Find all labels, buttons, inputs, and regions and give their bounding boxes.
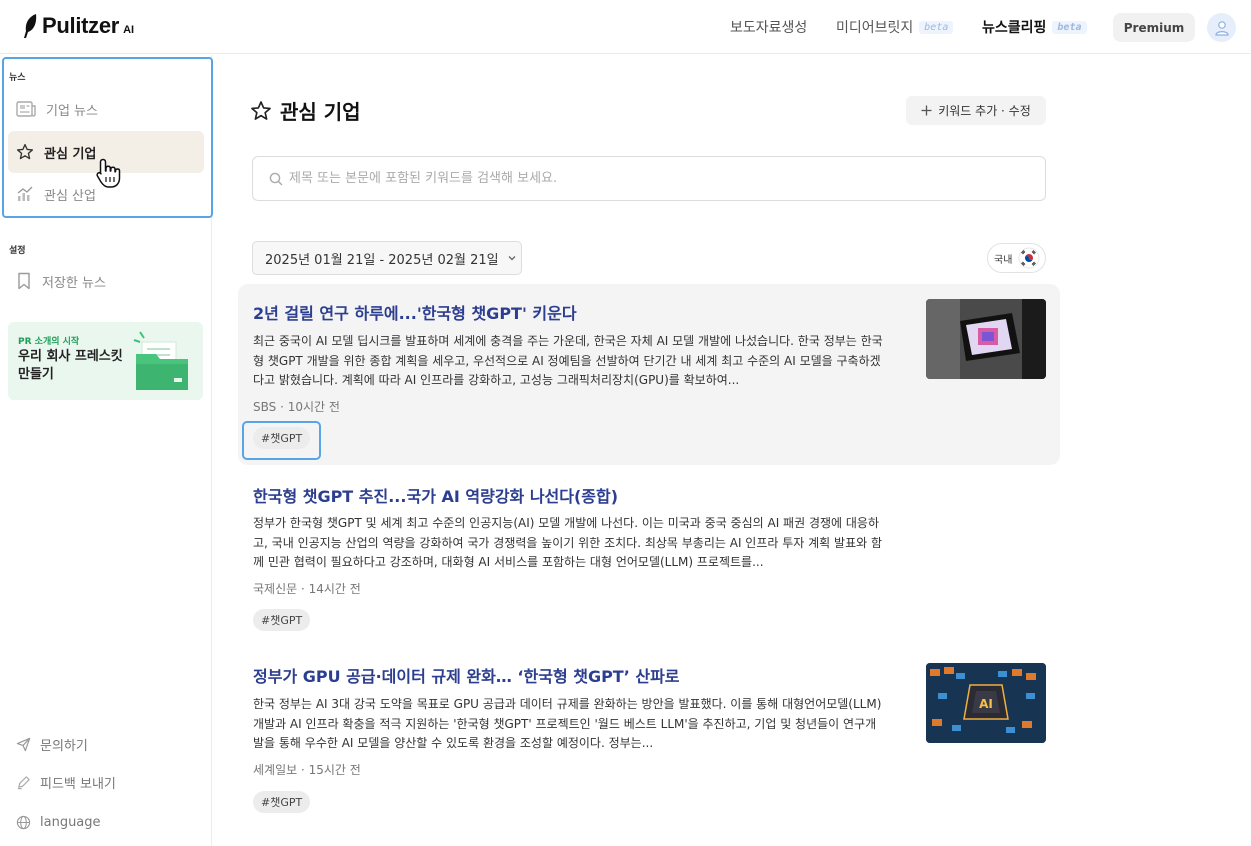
- folder-icon: [133, 331, 188, 390]
- sidebar-item-language[interactable]: language: [16, 815, 101, 830]
- globe-icon: [16, 815, 31, 830]
- pen-icon: [17, 776, 30, 790]
- keyword-edit-label: 키워드 추가 · 수정: [938, 104, 1031, 118]
- sidebar-item-label: 피드백 보내기: [40, 777, 116, 792]
- news-article[interactable]: 한국형 챗GPT 추진...국가 AI 역량강화 나선다(종합) 정부가 한국형…: [238, 467, 1060, 637]
- sidebar-item-saved-news[interactable]: 저장한 뉴스: [8, 260, 204, 302]
- article-meta: SBS · 10시간 전: [253, 400, 340, 414]
- article-thumbnail[interactable]: [926, 299, 1046, 379]
- article-title[interactable]: 2년 걸릴 연구 하루에...'한국형 챗GPT' 키운다: [253, 300, 577, 324]
- date-range-text: 2025년 01월 21일 - 2025년 02월 21일: [265, 252, 499, 268]
- logo-text: Pulitzer: [42, 13, 120, 38]
- top-bar: Pulitzer AI 보도자료생성 미디어브릿지 beta 뉴스클리핑 bet…: [0, 0, 1251, 54]
- article-meta: 세계일보 · 15시간 전: [253, 763, 361, 777]
- news-article[interactable]: 2년 걸릴 연구 하루에...'한국형 챗GPT' 키운다 최근 중국이 AI …: [238, 284, 1060, 465]
- article-title[interactable]: 한국형 챗GPT 추진...국가 AI 역량강화 나선다(종합): [253, 483, 618, 507]
- article-tag[interactable]: #챗GPT: [253, 791, 311, 813]
- ai-chip-image: AI: [926, 663, 1046, 743]
- page-title-text: 관심 기업: [280, 100, 361, 124]
- promo-subtitle: PR 소개의 시작: [18, 337, 80, 347]
- news-article[interactable]: 정부가 GPU 공급·데이터 규제 완화… ‘한국형 챗GPT’ 산파로 한국 …: [238, 648, 1060, 828]
- logo-suffix: AI: [123, 24, 135, 36]
- tag-selection-highlight: [242, 421, 321, 460]
- nav-press-release[interactable]: 보도자료생성: [730, 17, 807, 37]
- section-label-settings: 설정: [9, 246, 26, 256]
- logo[interactable]: Pulitzer AI: [22, 13, 134, 39]
- sidebar-item-label: 저장한 뉴스: [42, 275, 106, 291]
- region-toggle[interactable]: 국내: [987, 243, 1046, 273]
- article-summary: 한국 정부는 AI 3대 강국 도약을 목표로 GPU 공급과 데이터 규제를 …: [253, 697, 882, 750]
- bookmark-icon: [18, 272, 30, 290]
- nav-media-bridge[interactable]: 미디어브릿지 beta: [836, 17, 954, 37]
- region-label: 국내: [994, 254, 1013, 266]
- avatar[interactable]: [1207, 13, 1236, 42]
- plus-icon: [921, 105, 932, 116]
- nav-press-label: 보도자료생성: [730, 20, 808, 36]
- nav-news-clipping[interactable]: 뉴스클리핑 beta: [982, 17, 1087, 37]
- presskit-promo-banner[interactable]: PR 소개의 시작 우리 회사 프레스킷 만들기: [8, 322, 203, 400]
- korea-flag-icon: [1018, 247, 1040, 269]
- sidebar-item-contact[interactable]: 문의하기: [16, 735, 88, 754]
- sidebar-item-label: 문의하기: [40, 739, 88, 754]
- article-meta: 국제신문 · 14시간 전: [253, 582, 361, 596]
- selection-highlight: [2, 57, 213, 218]
- page-title: 관심 기업: [250, 96, 361, 125]
- article-tag[interactable]: #챗GPT: [253, 609, 311, 631]
- star-icon: [251, 100, 271, 120]
- phone-screen-image: [926, 299, 1046, 379]
- nav-clip-label: 뉴스클리핑: [982, 20, 1047, 36]
- search-bar: [252, 156, 1046, 201]
- premium-button[interactable]: Premium: [1113, 13, 1195, 42]
- nav-bridge-label: 미디어브릿지: [836, 20, 914, 36]
- article-summary: 정부가 한국형 챗GPT 및 세계 최고 수준의 인공지능(AI) 모델 개발에…: [253, 516, 883, 569]
- date-range-picker[interactable]: 2025년 01월 21일 - 2025년 02월 21일: [252, 241, 522, 275]
- send-icon: [16, 737, 31, 752]
- search-input[interactable]: [289, 171, 989, 186]
- sidebar-item-feedback[interactable]: 피드백 보내기: [16, 773, 116, 792]
- hand-cursor-icon: [96, 158, 121, 188]
- sidebar-item-label: language: [40, 815, 101, 830]
- promo-title: 우리 회사 프레스킷 만들기: [18, 349, 123, 382]
- beta-badge: beta: [1052, 20, 1087, 34]
- beta-badge: beta: [919, 20, 954, 34]
- search-icon: [269, 172, 283, 185]
- chevron-down-icon: [508, 256, 516, 261]
- article-title[interactable]: 정부가 GPU 공급·데이터 규제 완화… ‘한국형 챗GPT’ 산파로: [253, 663, 680, 687]
- article-summary: 최근 중국이 AI 모델 딥시크를 발표하며 세계에 충격을 주는 가운데, 한…: [253, 334, 883, 387]
- svg-text:AI: AI: [979, 697, 993, 711]
- user-icon: [1214, 20, 1229, 36]
- article-thumbnail[interactable]: AI: [926, 663, 1046, 743]
- quill-icon: [24, 14, 37, 38]
- keyword-edit-button[interactable]: 키워드 추가 · 수정: [906, 96, 1046, 125]
